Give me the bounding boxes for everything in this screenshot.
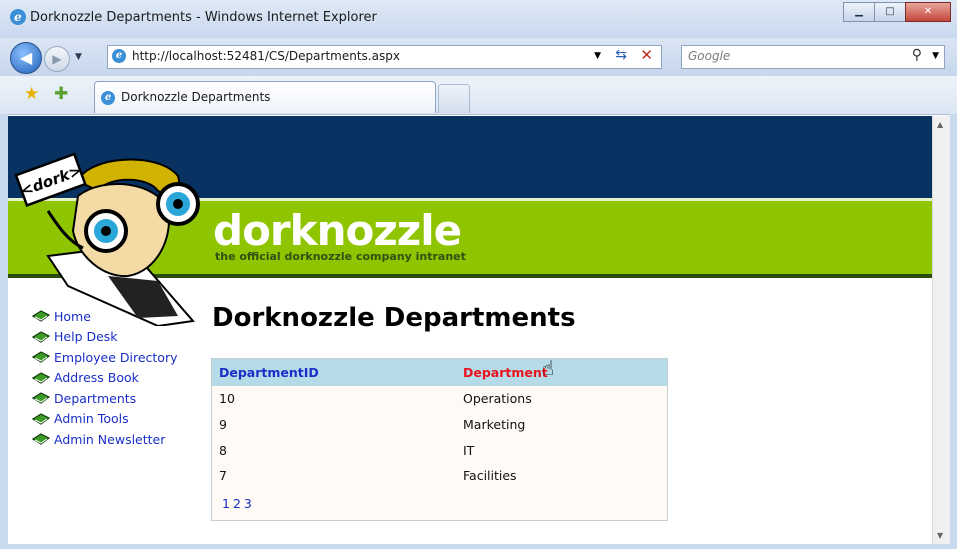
book-icon — [32, 372, 50, 384]
nav-link-help-desk[interactable]: Help Desk — [54, 329, 118, 344]
tab-dorknozzle-departments[interactable]: e Dorknozzle Departments — [94, 81, 436, 113]
book-icon — [32, 310, 50, 322]
page-viewport: dorknozzle the official dorknozzle compa… — [8, 116, 932, 544]
side-navigation: Home Help Desk Employee Directory Addres… — [32, 306, 178, 450]
address-url[interactable]: http://localhost:52481/CS/Departments.as… — [132, 49, 400, 63]
cell-department-name: IT — [463, 443, 475, 458]
nav-item-admin-newsletter[interactable]: Admin Newsletter — [32, 429, 178, 450]
nav-link-departments[interactable]: Departments — [54, 391, 136, 406]
page-title: Dorknozzle Departments — [212, 303, 576, 333]
dorknozzle-mascot-logo: <dork> — [14, 152, 200, 326]
table-row: 8 IT — [212, 438, 667, 463]
recent-pages-dropdown[interactable]: ▼ — [75, 52, 82, 62]
cell-department-id: 9 — [219, 417, 227, 432]
forward-button[interactable]: ▶ — [44, 46, 70, 72]
nav-link-admin-newsletter[interactable]: Admin Newsletter — [54, 432, 165, 447]
favorites-star-icon[interactable]: ★ — [24, 84, 39, 104]
book-icon — [32, 351, 50, 363]
book-icon — [32, 413, 50, 425]
scroll-up-icon[interactable]: ▲ — [937, 120, 943, 129]
table-row: 10 Operations — [212, 386, 667, 411]
nav-item-address-book[interactable]: Address Book — [32, 368, 178, 389]
book-icon — [32, 331, 50, 343]
new-tab-button[interactable] — [438, 84, 470, 113]
navigation-bar: ◀ ▶ ▼ e http://localhost:52481/CS/Depart… — [0, 38, 957, 77]
search-dropdown-icon[interactable]: ▼ — [932, 51, 939, 61]
search-icon[interactable]: ⚲ — [912, 47, 922, 63]
nav-item-admin-tools[interactable]: Admin Tools — [32, 409, 178, 430]
table-row: 9 Marketing — [212, 412, 667, 437]
page-icon: e — [112, 49, 126, 63]
column-header-departmentid[interactable]: DepartmentID — [219, 365, 319, 380]
address-bar[interactable]: e http://localhost:52481/CS/Departments.… — [107, 45, 662, 69]
column-header-department[interactable]: Department — [463, 365, 548, 380]
table-row: 7 Facilities — [212, 463, 667, 488]
departments-grid: DepartmentID Department ☝ 10 Operations … — [211, 356, 668, 521]
stop-icon[interactable]: ✕ — [640, 46, 653, 64]
grid-pager: 123 — [222, 496, 255, 511]
title-bar: e Dorknozzle Departments - Windows Inter… — [0, 0, 957, 39]
window-frame-right — [949, 114, 957, 549]
site-brand: dorknozzle — [213, 206, 462, 255]
scroll-down-icon[interactable]: ▼ — [937, 531, 943, 540]
hand-cursor-icon: ☝ — [542, 356, 555, 380]
cell-department-name: Marketing — [463, 417, 526, 432]
pager-page-1[interactable]: 1 — [222, 496, 230, 511]
maximize-button[interactable]: □ — [874, 2, 906, 22]
vertical-scrollbar[interactable]: ▲ ▼ — [932, 116, 950, 544]
window-frame-left — [0, 114, 8, 549]
nav-link-employee-directory[interactable]: Employee Directory — [54, 350, 178, 365]
ie-logo-icon: e — [10, 9, 26, 25]
tab-bar: ★ ✚ e Dorknozzle Departments — [0, 76, 957, 115]
add-favorites-icon[interactable]: ✚ — [54, 84, 68, 104]
cell-department-name: Operations — [463, 391, 532, 406]
book-icon — [32, 392, 50, 404]
window-frame-bottom — [0, 544, 957, 549]
cell-department-id: 10 — [219, 391, 235, 406]
cell-department-id: 8 — [219, 443, 227, 458]
tab-page-icon: e — [101, 91, 115, 105]
window-title: Dorknozzle Departments - Windows Interne… — [30, 10, 377, 25]
close-button[interactable]: ✕ — [905, 2, 951, 22]
grid-header-row: DepartmentID Department ☝ — [212, 356, 667, 386]
cell-department-name: Facilities — [463, 468, 517, 483]
cell-department-id: 7 — [219, 468, 227, 483]
site-tagline: the official dorknozzle company intranet — [215, 250, 466, 263]
window-controls: ▁ □ ✕ — [843, 2, 951, 22]
nav-item-help-desk[interactable]: Help Desk — [32, 327, 178, 348]
tab-label: Dorknozzle Departments — [121, 90, 271, 104]
nav-item-departments[interactable]: Departments — [32, 388, 178, 409]
search-placeholder[interactable]: Google — [688, 49, 730, 63]
address-dropdown-icon[interactable]: ▼ — [594, 51, 601, 61]
back-button[interactable]: ◀ — [10, 42, 42, 74]
nav-link-admin-tools[interactable]: Admin Tools — [54, 411, 129, 426]
search-box[interactable]: Google ⚲ ▼ — [681, 45, 945, 69]
pager-page-2[interactable]: 2 — [233, 496, 241, 511]
book-icon — [32, 433, 50, 445]
refresh-icon[interactable]: ⇆ — [615, 47, 627, 63]
nav-item-employee-directory[interactable]: Employee Directory — [32, 347, 178, 368]
nav-link-address-book[interactable]: Address Book — [54, 370, 139, 385]
minimize-button[interactable]: ▁ — [843, 2, 875, 22]
nav-link-home[interactable]: Home — [54, 309, 91, 324]
nav-item-home[interactable]: Home — [32, 306, 178, 327]
pager-page-3[interactable]: 3 — [244, 496, 252, 511]
